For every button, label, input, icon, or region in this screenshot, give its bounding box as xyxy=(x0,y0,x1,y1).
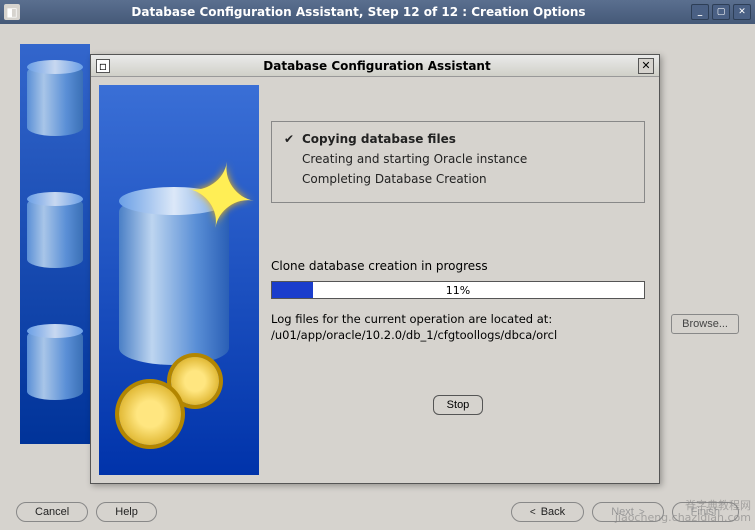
star-icon: ✦ xyxy=(176,139,266,253)
chevron-left-icon: < xyxy=(530,507,536,518)
main-titlebar: ◧ Database Configuration Assistant, Step… xyxy=(0,0,755,24)
help-button[interactable]: Help xyxy=(96,502,157,522)
wizard-button-bar: Cancel Help < Back Next > Finish xyxy=(0,502,755,522)
next-button-label: Next xyxy=(611,506,634,518)
database-cylinder-icon xyxy=(27,64,83,136)
progress-label: Clone database creation in progress xyxy=(271,259,645,273)
dialog-system-icon[interactable]: ▫ xyxy=(96,59,110,73)
step-item: Creating and starting Oracle instance xyxy=(284,152,632,166)
main-window-title: Database Configuration Assistant, Step 1… xyxy=(26,5,691,19)
dialog-close-button[interactable]: ✕ xyxy=(638,58,654,74)
steps-list: ✔ Copying database files Creating and st… xyxy=(271,121,645,203)
dialog-content: ✔ Copying database files Creating and st… xyxy=(271,85,651,475)
database-cylinder-icon xyxy=(27,328,83,400)
dialog-title: Database Configuration Assistant xyxy=(116,59,638,73)
dialog-titlebar: ▫ Database Configuration Assistant ✕ xyxy=(91,55,659,77)
wizard-sidebar-art xyxy=(20,44,90,444)
dialog-art-panel: ✦ xyxy=(99,85,259,475)
step-item: Completing Database Creation xyxy=(284,172,632,186)
gear-icon xyxy=(171,357,219,405)
step-label: Creating and starting Oracle instance xyxy=(302,152,527,166)
next-button: Next > xyxy=(592,502,663,522)
maximize-button[interactable]: ▢ xyxy=(712,4,730,20)
log-line-2: /u01/app/oracle/10.2.0/db_1/cfgtoollogs/… xyxy=(271,327,645,343)
browse-button[interactable]: Browse... xyxy=(671,314,739,334)
cancel-button[interactable]: Cancel xyxy=(16,502,88,522)
finish-button: Finish xyxy=(672,502,739,522)
step-item: ✔ Copying database files xyxy=(284,132,632,146)
close-window-button[interactable]: ✕ xyxy=(733,4,751,20)
progress-bar: 11% xyxy=(271,281,645,299)
progress-percent-text: 11% xyxy=(272,282,644,298)
step-label: Copying database files xyxy=(302,132,456,146)
database-cylinder-icon xyxy=(27,196,83,268)
check-icon: ✔ xyxy=(284,132,296,146)
log-location-text: Log files for the current operation are … xyxy=(271,311,645,343)
back-button-label: Back xyxy=(541,506,565,518)
back-button[interactable]: < Back xyxy=(511,502,584,522)
dialog-body: ✦ ✔ Copying database files Creating and … xyxy=(91,77,659,483)
stop-button[interactable]: Stop xyxy=(433,395,484,415)
chevron-right-icon: > xyxy=(639,507,645,518)
gear-icon xyxy=(119,383,181,445)
minimize-button[interactable]: _ xyxy=(691,4,709,20)
progress-dialog: ▫ Database Configuration Assistant ✕ ✦ ✔… xyxy=(90,54,660,484)
log-line-1: Log files for the current operation are … xyxy=(271,311,645,327)
system-menu-icon[interactable]: ◧ xyxy=(4,4,20,20)
step-label: Completing Database Creation xyxy=(302,172,487,186)
